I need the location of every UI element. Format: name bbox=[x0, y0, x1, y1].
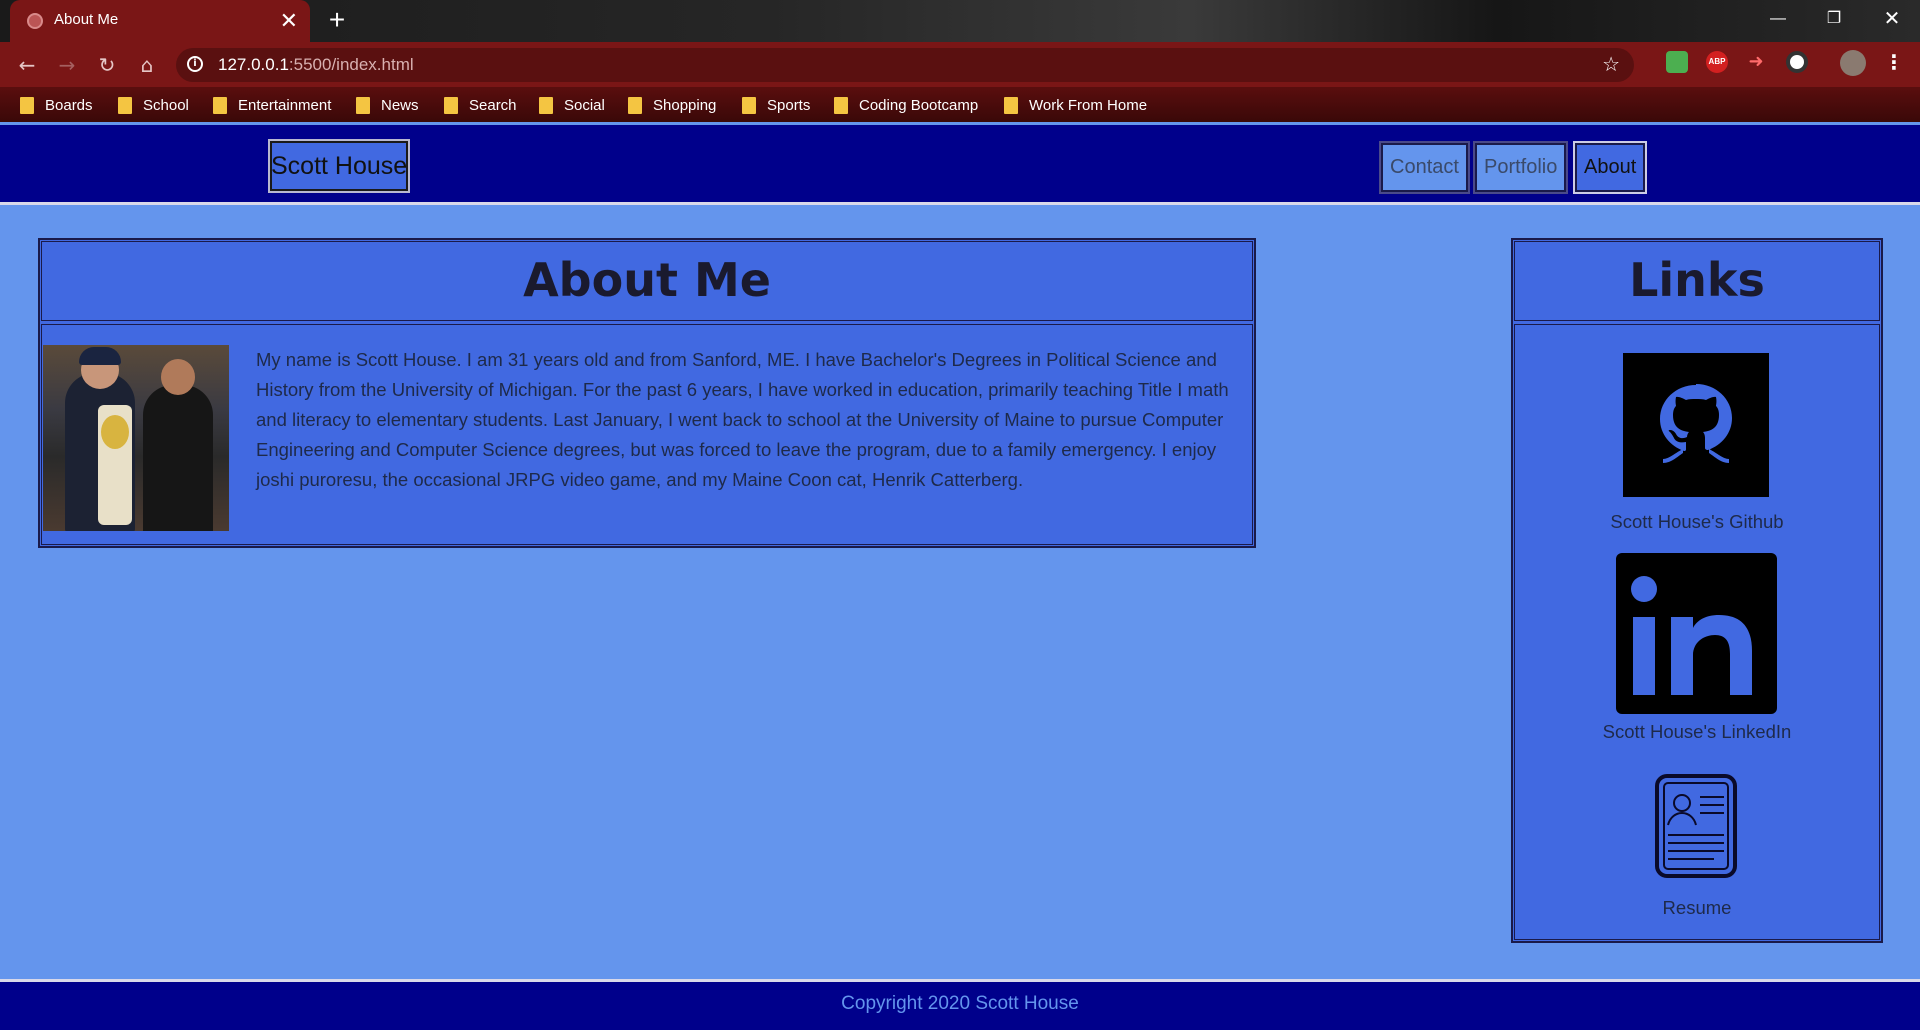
bookmark-search[interactable]: Search bbox=[444, 95, 517, 115]
extension-circle-icon[interactable] bbox=[1786, 51, 1808, 73]
github-icon[interactable] bbox=[1623, 353, 1769, 497]
bookmark-label: Boards bbox=[45, 96, 93, 114]
nav-portfolio[interactable]: Portfolio bbox=[1473, 141, 1569, 194]
bookmark-label: News bbox=[381, 96, 419, 114]
photo-person-right bbox=[143, 385, 213, 531]
folder-icon bbox=[539, 96, 553, 114]
folder-icon bbox=[213, 96, 227, 114]
linkedin-icon[interactable] bbox=[1616, 553, 1777, 714]
bookmark-work-from-home[interactable]: Work From Home bbox=[1004, 95, 1147, 115]
extension-arrow-icon[interactable]: ➜ bbox=[1745, 51, 1767, 73]
links-body: Scott House's Github Scott House's Linke… bbox=[1514, 324, 1880, 940]
close-window-button[interactable]: ✕ bbox=[1864, 0, 1920, 40]
browser-toolbar: ← → ↻ ⌂ i 127.0.0.1:5500/index.html ☆ bbox=[0, 42, 1920, 87]
back-arrow-icon[interactable]: ← bbox=[12, 50, 42, 80]
links-section: Links Scott House's Github Scott House's… bbox=[1511, 238, 1883, 943]
folder-icon bbox=[20, 96, 34, 114]
folder-icon bbox=[1004, 96, 1018, 114]
folder-icon bbox=[356, 96, 370, 114]
site-footer: Copyright 2020 Scott House bbox=[0, 979, 1920, 1030]
folder-icon bbox=[628, 96, 642, 114]
url-text[interactable]: 127.0.0.1:5500/index.html bbox=[218, 55, 414, 75]
photo-belt-plate bbox=[101, 415, 129, 449]
bookmark-boards[interactable]: Boards bbox=[20, 95, 93, 115]
new-tab-button[interactable]: + bbox=[322, 6, 352, 36]
url-host: 127.0.0.1 bbox=[218, 55, 289, 74]
restore-window-button[interactable]: ❐ bbox=[1806, 0, 1862, 40]
adblock-plus-icon[interactable]: ABP bbox=[1706, 51, 1728, 73]
bookmark-label: School bbox=[143, 96, 189, 114]
bookmark-news[interactable]: News bbox=[356, 95, 419, 115]
bookmark-school[interactable]: School bbox=[118, 95, 189, 115]
tab-title: About Me bbox=[54, 11, 119, 28]
links-title: Links bbox=[1514, 241, 1880, 321]
copyright-text: Copyright 2020 Scott House bbox=[841, 993, 1079, 1014]
bookmark-sports[interactable]: Sports bbox=[742, 95, 810, 115]
folder-icon bbox=[834, 96, 848, 114]
bookmarks-bar: Boards School Entertainment News Search … bbox=[0, 87, 1920, 122]
resume-label[interactable]: Resume bbox=[1515, 897, 1879, 919]
github-label[interactable]: Scott House's Github bbox=[1515, 511, 1879, 533]
bookmark-label: Work From Home bbox=[1029, 96, 1148, 114]
minimize-window-button[interactable]: — bbox=[1750, 0, 1806, 40]
bookmark-label: Sports bbox=[767, 96, 811, 114]
bookmark-label: Coding Bootcamp bbox=[859, 96, 979, 114]
browser-titlebar: About Me ✕ + — ❐ ✕ bbox=[0, 0, 1920, 42]
address-bar[interactable]: i 127.0.0.1:5500/index.html ☆ bbox=[176, 48, 1634, 82]
forward-arrow-icon[interactable]: → bbox=[52, 50, 82, 80]
bookmark-star-icon[interactable]: ☆ bbox=[1602, 52, 1620, 76]
bookmark-label: Shopping bbox=[653, 96, 717, 114]
bookmark-entertainment[interactable]: Entertainment bbox=[213, 95, 331, 115]
close-tab-icon[interactable]: ✕ bbox=[280, 7, 298, 35]
browser-menu-icon[interactable]: ⋮ bbox=[1884, 47, 1904, 77]
bookmark-shopping[interactable]: Shopping bbox=[628, 95, 716, 115]
photo-cap bbox=[79, 347, 121, 365]
bookmark-label: Search bbox=[469, 96, 517, 114]
folder-icon bbox=[742, 96, 756, 114]
folder-icon bbox=[444, 96, 458, 114]
globe-icon bbox=[27, 13, 43, 29]
home-icon[interactable]: ⌂ bbox=[132, 50, 162, 80]
about-body: My name is Scott House. I am 31 years ol… bbox=[41, 324, 1253, 545]
reload-icon[interactable]: ↻ bbox=[92, 50, 122, 80]
browser-tab[interactable]: About Me ✕ bbox=[10, 0, 310, 42]
bookmark-label: Entertainment bbox=[238, 96, 332, 114]
folder-icon bbox=[118, 96, 132, 114]
about-title: About Me bbox=[41, 241, 1253, 321]
bookmark-social[interactable]: Social bbox=[539, 95, 605, 115]
nav-contact[interactable]: Contact bbox=[1379, 141, 1470, 194]
linkedin-label[interactable]: Scott House's LinkedIn bbox=[1515, 721, 1879, 743]
extension-puzzle-icon[interactable] bbox=[1666, 51, 1688, 73]
bookmark-coding-bootcamp[interactable]: Coding Bootcamp bbox=[834, 95, 978, 115]
resume-icon[interactable] bbox=[1654, 773, 1738, 879]
brand-link[interactable]: Scott House bbox=[268, 139, 411, 193]
site-header: Scott House Contact Portfolio About bbox=[0, 125, 1920, 205]
nav-about[interactable]: About bbox=[1573, 141, 1648, 194]
bookmark-label: Social bbox=[564, 96, 605, 114]
info-icon[interactable]: i bbox=[187, 56, 203, 72]
about-section: About Me My name is Scott House. I am 31… bbox=[38, 238, 1256, 548]
profile-avatar[interactable] bbox=[1840, 50, 1866, 76]
profile-photo bbox=[43, 345, 229, 531]
url-path: :5500/index.html bbox=[288, 55, 414, 74]
photo-head-right bbox=[161, 359, 195, 395]
bio-text: My name is Scott House. I am 31 years ol… bbox=[256, 349, 1229, 490]
